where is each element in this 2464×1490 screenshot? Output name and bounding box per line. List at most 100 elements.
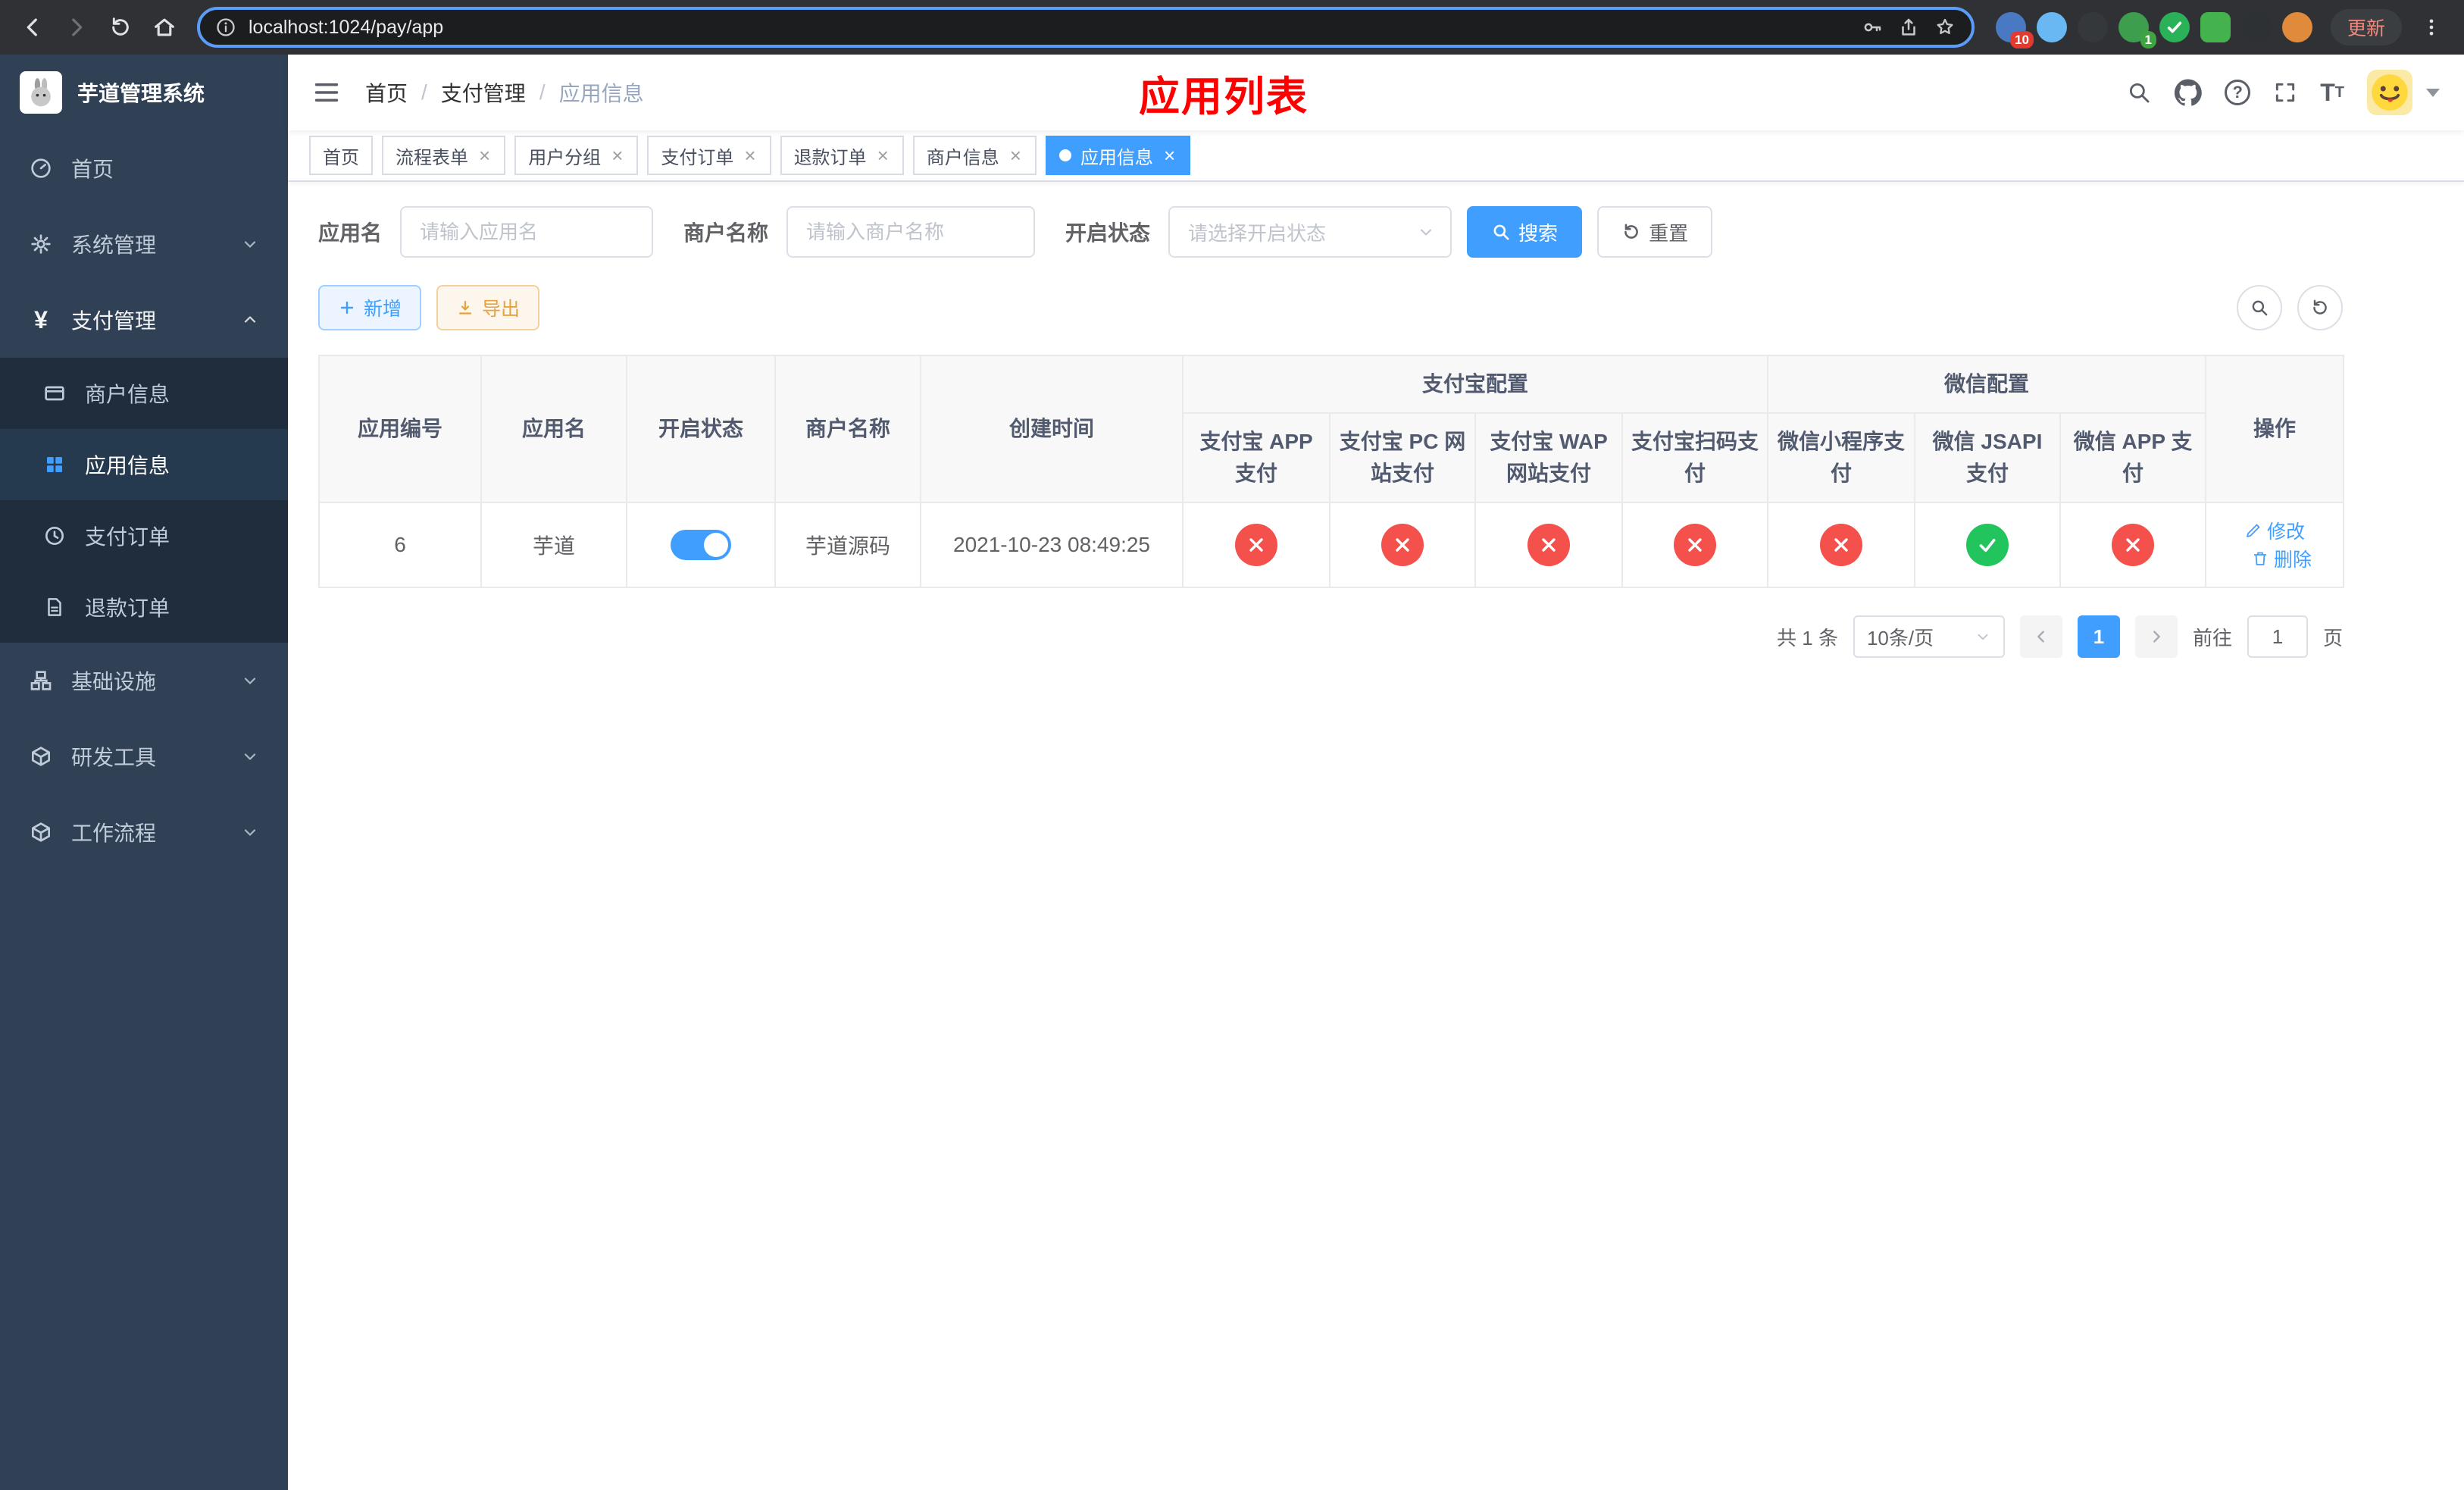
refresh-table-icon[interactable] [2297, 285, 2343, 330]
bookmark-star-icon[interactable] [1934, 16, 1956, 39]
merchant-name-input[interactable] [786, 206, 1036, 258]
chevron-up-icon [241, 311, 259, 329]
page-size-value: 10条/页 [1866, 626, 1934, 650]
breadcrumb-payment[interactable]: 支付管理 [441, 77, 526, 108]
avatar[interactable] [2367, 70, 2412, 115]
config-status-icon [1527, 524, 1570, 566]
search-button[interactable]: 搜索 [1467, 206, 1583, 258]
order-clock-icon [42, 524, 67, 548]
edit-link[interactable]: 修改 [2244, 517, 2305, 544]
col-wx-app: 微信 APP 支付 [2059, 412, 2207, 503]
sidebar-item-payment-orders[interactable]: 支付订单 [0, 500, 288, 571]
url-bar[interactable]: localhost:1024/pay/app [197, 7, 1975, 48]
tab-close-icon[interactable]: × [1008, 146, 1023, 165]
sidebar-item-home[interactable]: 首页 [0, 130, 288, 206]
sidebar-item-app-info[interactable]: 应用信息 [0, 429, 288, 500]
tab-home[interactable]: 首页 [309, 136, 373, 175]
hamburger-icon[interactable] [312, 78, 341, 107]
browser-extensions: 10 1 [1987, 12, 2322, 49]
browser-reload-icon[interactable] [100, 7, 141, 48]
sidebar-logo[interactable]: 芋道管理系统 [0, 55, 288, 130]
sidebar-item-dev-tools[interactable]: 研发工具 [0, 718, 288, 794]
tab-process-form[interactable]: 流程表单 × [382, 136, 506, 175]
tab-app-info[interactable]: 应用信息 × [1045, 136, 1191, 175]
browser-forward-icon[interactable] [56, 7, 97, 48]
page-number-1[interactable]: 1 [2077, 615, 2120, 658]
col-wx-jsapi: 微信 JSAPI 支付 [1914, 412, 2062, 503]
export-button[interactable]: 导出 [436, 285, 540, 330]
col-alipay-pc: 支付宝 PC 网站支付 [1329, 412, 1476, 503]
tab-payment-orders[interactable]: 支付订单 × [647, 136, 771, 175]
avatar-dropdown-caret-icon[interactable] [2426, 88, 2440, 97]
navbar-tools: ? TT [2126, 70, 2440, 115]
extension-icon[interactable] [2281, 12, 2312, 42]
reset-button-label: 重置 [1649, 221, 1689, 245]
tab-close-icon[interactable]: × [610, 146, 624, 165]
tab-label: 应用信息 [1080, 147, 1153, 168]
extension-icon[interactable] [2200, 12, 2231, 42]
extension-icon[interactable]: 1 [2118, 12, 2156, 49]
sidebar-item-merchant-info[interactable]: 商户信息 [0, 358, 288, 429]
add-button[interactable]: 新增 [318, 285, 422, 330]
goto-page-input[interactable] [2247, 615, 2308, 658]
top-navbar: 首页 / 支付管理 / 应用信息 应用列表 ? TT [288, 55, 2464, 130]
tab-user-group[interactable]: 用户分组 × [514, 136, 639, 175]
sidebar-menu: 首页 系统管理 ¥ 支付管理 商户信息 应用信息 支付订单 退款订单 基础设施 … [0, 130, 288, 870]
extension-icon[interactable] [2159, 12, 2190, 42]
tab-close-icon[interactable]: × [477, 146, 492, 165]
sidebar-item-infrastructure[interactable]: 基础设施 [0, 643, 288, 718]
sidebar-item-label: 基础设施 [71, 670, 157, 693]
tab-close-icon[interactable]: × [743, 146, 757, 165]
next-page-button[interactable] [2134, 615, 2178, 658]
tab-close-icon[interactable]: × [876, 146, 890, 165]
help-icon[interactable]: ? [2225, 80, 2251, 105]
tab-merchant-info[interactable]: 商户信息 × [912, 136, 1037, 175]
col-actions: 操作 [2205, 355, 2345, 503]
tab-refund-orders[interactable]: 退款订单 × [780, 136, 904, 175]
browser-home-icon[interactable] [144, 7, 185, 48]
config-status-icon [1235, 524, 1277, 566]
status-select[interactable]: 请选择开启状态 [1168, 206, 1452, 258]
tab-close-icon[interactable]: × [1162, 146, 1177, 165]
refresh-icon [1621, 222, 1641, 242]
extension-icon[interactable] [2077, 12, 2108, 42]
prev-page-button[interactable] [2019, 615, 2062, 658]
tab-label: 支付订单 [661, 147, 734, 168]
browser-back-icon[interactable] [12, 7, 53, 48]
sidebar-item-refund-orders[interactable]: 退款订单 [0, 571, 288, 643]
sidebar-item-payment[interactable]: ¥ 支付管理 [0, 282, 288, 358]
fullscreen-icon[interactable] [2273, 80, 2297, 105]
browser-menu-icon[interactable] [2411, 7, 2452, 48]
password-key-icon[interactable] [1861, 16, 1884, 39]
cell-app-id: 6 [318, 502, 482, 588]
cell-merchant: 芋道源码 [774, 502, 921, 588]
extension-icon[interactable] [2036, 12, 2067, 42]
tab-label: 用户分组 [528, 147, 602, 168]
delete-link[interactable]: 删除 [2251, 545, 2312, 572]
browser-update-button[interactable]: 更新 [2330, 9, 2402, 45]
sidebar-item-workflow[interactable]: 工作流程 [0, 794, 288, 870]
col-alipay-qr: 支付宝扫码支付 [1621, 412, 1769, 503]
cell-app-name: 芋道 [480, 502, 627, 588]
app-name-input[interactable] [400, 206, 654, 258]
config-status-icon [1381, 524, 1424, 566]
font-size-icon[interactable]: TT [2320, 80, 2344, 105]
extension-icon[interactable] [2240, 12, 2272, 42]
tab-label: 退款订单 [793, 147, 867, 168]
search-icon[interactable] [2126, 80, 2152, 105]
sidebar-item-system[interactable]: 系统管理 [0, 206, 288, 282]
breadcrumb-home[interactable]: 首页 [365, 77, 408, 108]
status-toggle[interactable] [671, 530, 731, 560]
site-info-icon[interactable] [215, 17, 236, 38]
page-size-select[interactable]: 10条/页 [1853, 615, 2005, 658]
toggle-search-icon[interactable] [2237, 285, 2282, 330]
extension-badge: 10 [2010, 31, 2034, 49]
col-app-id: 应用编号 [318, 355, 482, 503]
extension-icon[interactable]: 10 [1995, 12, 2034, 49]
sidebar-item-label: 研发工具 [71, 746, 157, 769]
github-icon[interactable] [2175, 79, 2202, 106]
table-toolbar: 新增 导出 [318, 285, 2343, 330]
active-tab-dot [1058, 149, 1071, 161]
share-icon[interactable] [1897, 16, 1920, 39]
reset-button[interactable]: 重置 [1597, 206, 1713, 258]
